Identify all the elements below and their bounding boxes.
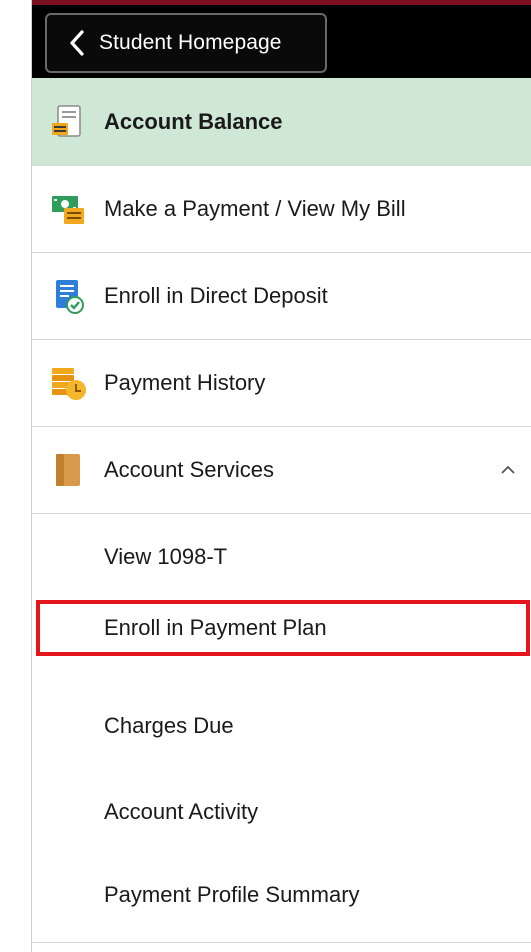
- chevron-left-icon: [70, 30, 84, 56]
- screen: Student Homepage Account Balance Make a …: [0, 0, 531, 952]
- subnav-item-label: Enroll in Payment Plan: [104, 615, 327, 640]
- nav-item-label: Enroll in Direct Deposit: [104, 283, 328, 308]
- direct-deposit-icon: [56, 280, 84, 314]
- nav-item-payment-history[interactable]: Payment History: [32, 340, 531, 427]
- chevron-up-icon[interactable]: [501, 465, 515, 475]
- divider: [32, 942, 531, 943]
- subnav-item-charges-due[interactable]: Charges Due: [32, 683, 531, 769]
- payment-history-icon: [52, 368, 86, 400]
- nav-header: Student Homepage: [32, 0, 531, 78]
- nav-item-label: Account Balance: [104, 108, 283, 134]
- nav-item-make-payment[interactable]: Make a Payment / View My Bill: [32, 166, 531, 253]
- nav-item-label: Payment History: [104, 370, 266, 395]
- nav-item-label: Make a Payment / View My Bill: [104, 196, 406, 221]
- navigation-panel: Student Homepage Account Balance Make a …: [32, 0, 531, 952]
- account-services-icon: [56, 454, 80, 486]
- payment-bill-icon: [52, 196, 84, 224]
- subnav-item-label: Payment Profile Summary: [104, 882, 360, 907]
- subnav-item-label: Charges Due: [104, 713, 234, 738]
- subnav-item-label: View 1098-T: [104, 544, 228, 569]
- back-button-label: Student Homepage: [99, 31, 282, 54]
- nav-item-direct-deposit[interactable]: Enroll in Direct Deposit: [32, 253, 531, 340]
- nav-item-label: Account Services: [104, 457, 274, 482]
- subnav-item-view-1098t[interactable]: View 1098-T: [32, 514, 531, 600]
- subnav-item-account-activity[interactable]: Account Activity: [32, 769, 531, 855]
- nav-item-account-services[interactable]: Account Services: [32, 427, 531, 514]
- balance-document-icon: [52, 104, 81, 137]
- subnav-item-enroll-payment-plan[interactable]: Enroll in Payment Plan: [32, 595, 531, 661]
- subnav-item-label: Account Activity: [104, 799, 259, 824]
- subnav-item-payment-profile-summary[interactable]: Payment Profile Summary: [32, 852, 531, 938]
- nav-item-account-balance[interactable]: Account Balance: [32, 78, 531, 166]
- student-homepage-back-button[interactable]: Student Homepage: [45, 13, 327, 73]
